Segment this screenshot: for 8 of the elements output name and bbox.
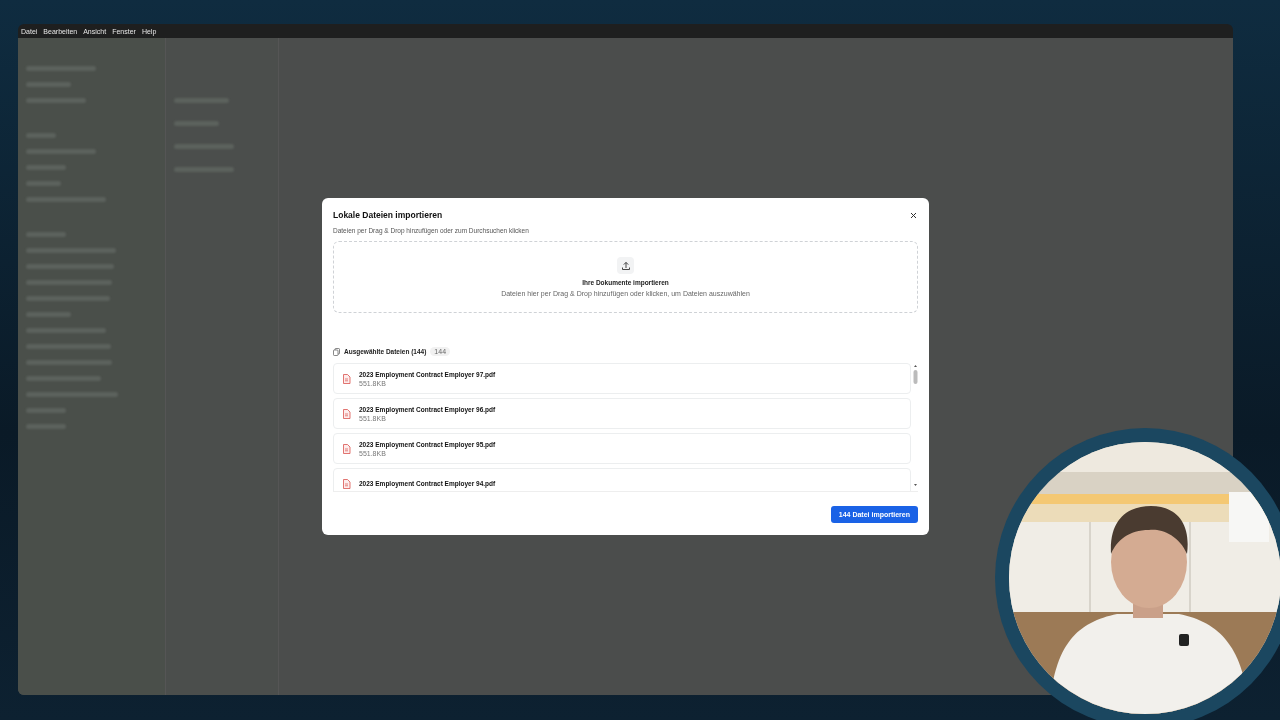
pdf-file-icon bbox=[342, 373, 351, 384]
close-button[interactable] bbox=[908, 210, 918, 220]
files-icon bbox=[333, 347, 340, 356]
dialog-title: Lokale Dateien importieren bbox=[333, 210, 443, 220]
pdf-file-icon bbox=[342, 408, 351, 419]
pdf-file-icon bbox=[342, 478, 351, 489]
upload-icon bbox=[617, 257, 634, 274]
pdf-file-icon bbox=[342, 443, 351, 454]
